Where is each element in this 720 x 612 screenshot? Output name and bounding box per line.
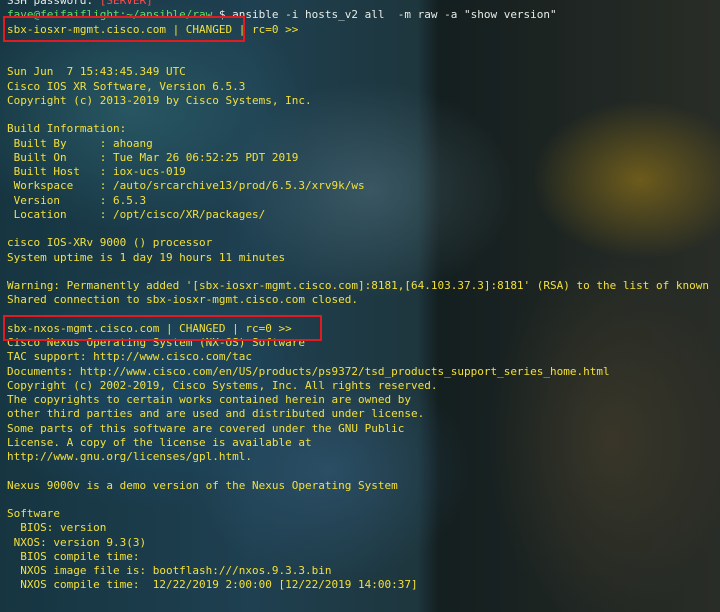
terminal-output: SSH password: [SERVER] fave@feifaiflight… — [7, 0, 720, 593]
terminal-line: Sun Jun 7 15:43:45.349 UTC — [7, 65, 186, 79]
highlight-box-nxos-result — [3, 315, 322, 341]
terminal-line: cisco IOS-XRv 9000 () processor — [7, 236, 213, 250]
highlight-box-iosxr-result — [3, 16, 245, 42]
terminal-line: NXOS compile time: 12/22/2019 2:00:00 [1… — [7, 578, 418, 592]
terminal-line: Some parts of this software are covered … — [7, 421, 405, 435]
terminal-line: License. A copy of the license is availa… — [7, 435, 312, 449]
terminal-line: http://www.gnu.org/licenses/gpl.html. — [7, 450, 253, 463]
terminal-line: other third parties and are used and dis… — [7, 407, 425, 421]
terminal-line: Location : /opt/cisco/XR/packages/ — [7, 207, 266, 221]
terminal-line: BIOS: version — [7, 521, 107, 535]
terminal-line: Warning: Permanently added '[sbx-iosxr-m… — [7, 279, 709, 292]
terminal-line: Cisco IOS XR Software, Version 6.5.3 — [7, 79, 246, 93]
terminal-line: Nexus 9000v is a demo version of the Nex… — [7, 478, 398, 492]
terminal-line: Copyright (c) 2013-2019 by Cisco Systems… — [7, 93, 312, 107]
terminal-line: Documents: http://www.cisco.com/en/US/pr… — [7, 364, 610, 378]
terminal-line: BIOS compile time: — [7, 549, 140, 563]
terminal-line: Built By : ahoang — [7, 136, 153, 150]
terminal-line: The copyrights to certain works containe… — [7, 393, 411, 406]
terminal-line: Built Host : iox-ucs-019 — [7, 165, 186, 178]
terminal-line: Built On : Tue Mar 26 06:52:25 PDT 2019 — [7, 150, 299, 164]
terminal-line: Copyright (c) 2002-2019, Cisco Systems, … — [7, 378, 438, 392]
terminal-line: Version : 6.5.3 — [7, 193, 147, 207]
terminal-line: System uptime is 1 day 19 hours 11 minut… — [7, 250, 286, 264]
terminal-text-segment: $ ansible -i hosts_v2 all -m raw -a "sho… — [218, 8, 557, 22]
terminal-line: Build Information: — [7, 122, 127, 136]
terminal-line: Software — [7, 507, 60, 520]
terminal-line: Shared connection to sbx-iosxr-mgmt.cisc… — [7, 293, 358, 307]
terminal-line: TAC support: http://www.cisco.com/tac — [7, 350, 253, 364]
terminal-line: SSH password: [SERVER] — [7, 0, 720, 8]
terminal-window[interactable]: SSH password: [SERVER] fave@feifaiflight… — [0, 0, 720, 612]
terminal-text-segment: SSH password: — [7, 0, 100, 7]
terminal-line: Workspace : /auto/srcarchive13/prod/6.5.… — [7, 179, 365, 193]
terminal-text-segment: [SERVER] — [99, 0, 160, 7]
terminal-line: NXOS: version 9.3(3) — [7, 535, 147, 549]
terminal-line: NXOS image file is: bootflash:///nxos.9.… — [7, 564, 332, 577]
